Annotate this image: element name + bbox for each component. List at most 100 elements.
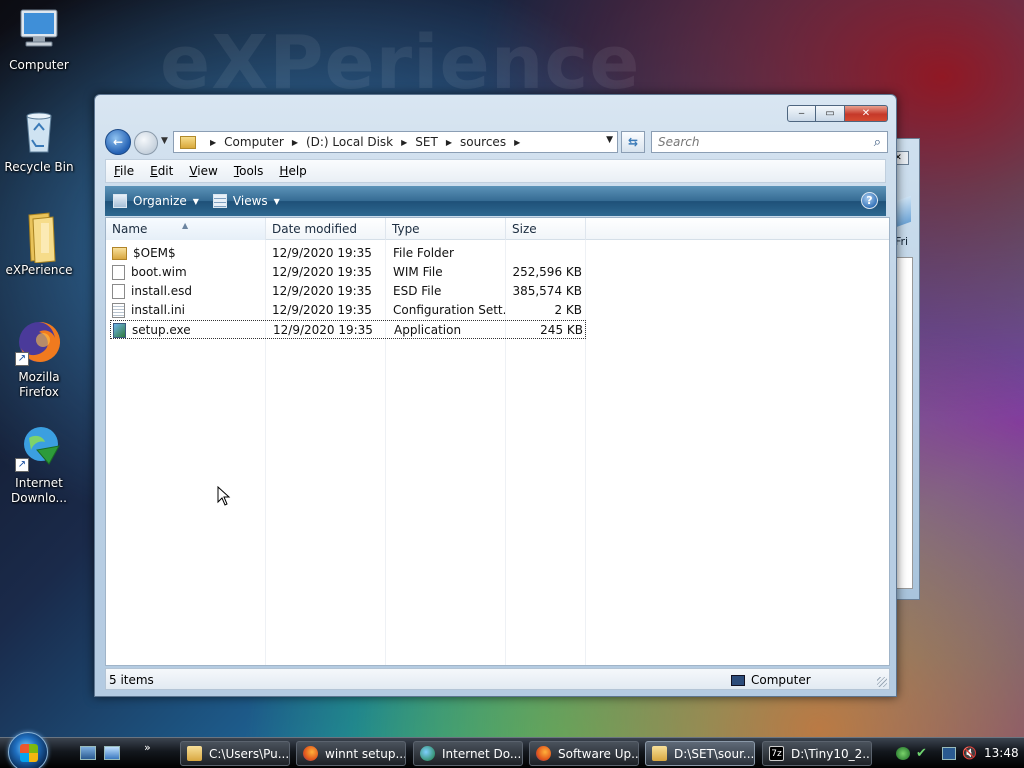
- folder-icon: [112, 247, 127, 260]
- file-name-cell[interactable]: install.esd: [112, 282, 262, 301]
- desktop-icon-experience[interactable]: eXPerience: [1, 211, 77, 278]
- column-header-name[interactable]: Name ▲: [106, 218, 266, 240]
- address-dropdown-icon[interactable]: ▼: [606, 135, 613, 145]
- minimize-button[interactable]: ‒: [787, 105, 816, 122]
- breadcrumb-separator[interactable]: ▶: [292, 138, 298, 147]
- file-type-cell: ESD File: [393, 284, 442, 298]
- recycle-bin-icon: [15, 108, 63, 156]
- clock[interactable]: 13:48: [984, 746, 1019, 760]
- breadcrumb-computer[interactable]: Computer: [224, 135, 284, 149]
- desktop-icon-computer[interactable]: Computer: [1, 6, 77, 73]
- file-row[interactable]: install.ini 12/9/2020 19:35 Configuration …: [110, 301, 586, 320]
- file-date-cell: 12/9/2020 19:35: [273, 323, 373, 337]
- views-button[interactable]: Views ▼: [212, 194, 280, 208]
- taskbar: » C:\Users\Pu... winnt setup... Internet D…: [0, 732, 1024, 768]
- start-button[interactable]: [8, 732, 48, 768]
- menu-label-rest: dit: [157, 164, 174, 178]
- taskbar-button[interactable]: 7z D:\Tiny10_2...: [762, 741, 872, 766]
- back-button[interactable]: ←: [105, 129, 131, 155]
- sort-ascending-icon: ▲: [182, 221, 189, 230]
- file-name-cell[interactable]: install.ini: [112, 301, 262, 320]
- file-row[interactable]: install.esd 12/9/2020 19:35 ESD File 385,57…: [110, 282, 586, 301]
- menu-tools[interactable]: Tools: [234, 164, 264, 178]
- desktop-icon-label: Computer: [9, 58, 69, 72]
- address-bar[interactable]: ▶ Computer ▶ (D:) Local Disk ▶ SET ▶ sou…: [173, 131, 618, 153]
- recent-pages-dropdown[interactable]: ▼: [161, 136, 168, 146]
- menu-edit[interactable]: Edit: [150, 164, 173, 178]
- switch-windows-icon[interactable]: [104, 746, 120, 760]
- help-button[interactable]: ?: [861, 192, 878, 209]
- file-name-cell[interactable]: boot.wim: [112, 263, 262, 282]
- menu-help[interactable]: Help: [279, 164, 306, 178]
- desktop-icon-label: Internet: [15, 476, 63, 490]
- back-arrow-icon: ←: [112, 135, 124, 149]
- breadcrumb-set[interactable]: SET: [415, 135, 438, 149]
- taskbar-button[interactable]: Internet Do...: [413, 741, 523, 766]
- search-input[interactable]: Search ⌕: [651, 131, 888, 153]
- taskbar-button-label: D:\SET\sour...: [674, 746, 755, 761]
- desktop-icon-label: Recycle Bin: [4, 160, 74, 174]
- breadcrumb-separator[interactable]: ▶: [210, 138, 216, 147]
- menu-file[interactable]: File: [114, 164, 134, 178]
- file-date-cell: 12/9/2020 19:35: [272, 246, 372, 260]
- explorer-window[interactable]: ‒ ▭ ✕ ← ▼ ▶ Computer ▶ (D:) Local Disk ▶…: [94, 94, 897, 697]
- taskbar-button[interactable]: D:\SET\sour...: [645, 741, 755, 766]
- breadcrumb-local-disk[interactable]: (D:) Local Disk: [306, 135, 393, 149]
- column-header-type[interactable]: Type: [386, 218, 506, 240]
- breadcrumb-separator[interactable]: ▶: [401, 138, 407, 147]
- computer-icon: [15, 6, 63, 54]
- breadcrumb-separator[interactable]: ▶: [514, 138, 520, 147]
- firefox-icon: ↗: [15, 318, 63, 366]
- menu-bar: File Edit View Tools Help: [105, 159, 886, 183]
- taskbar-button-label: Internet Do...: [442, 746, 522, 761]
- menu-view[interactable]: View: [189, 164, 217, 178]
- organize-button[interactable]: Organize ▼: [113, 194, 199, 208]
- search-icon[interactable]: ⌕: [874, 135, 881, 150]
- quick-launch-more-button[interactable]: »: [144, 741, 151, 754]
- file-name-cell[interactable]: setup.exe: [113, 321, 263, 340]
- folder-icon: [187, 746, 202, 761]
- column-headers: Name ▲ Date modified Type Size: [106, 218, 889, 240]
- file-name-cell[interactable]: $OEM$: [112, 244, 262, 263]
- folder-icon: [15, 211, 63, 264]
- idm-tray-icon[interactable]: [896, 747, 910, 760]
- views-icon: [212, 194, 227, 208]
- desktop-icon-internet-download-manager[interactable]: ↗ Internet Downlo...: [1, 424, 77, 506]
- computer-icon: [731, 674, 745, 686]
- file-row[interactable]: $OEM$ 12/9/2020 19:35 File Folder: [110, 244, 586, 263]
- desktop-icon-label: Mozilla: [18, 370, 60, 384]
- address-toolbar: ← ▼ ▶ Computer ▶ (D:) Local Disk ▶ SET ▶…: [105, 128, 888, 156]
- desktop-icon-firefox[interactable]: ↗ Mozilla Firefox: [1, 318, 77, 400]
- checkmark-tray-icon[interactable]: ✔: [916, 747, 930, 760]
- column-header-date-modified[interactable]: Date modified: [266, 218, 386, 240]
- volume-muted-icon[interactable]: 🔇: [962, 747, 977, 760]
- file-row[interactable]: boot.wim 12/9/2020 19:35 WIM File 252,596 K…: [110, 263, 586, 282]
- breadcrumb-separator[interactable]: ▶: [446, 138, 452, 147]
- file-icon: [112, 265, 125, 280]
- mouse-cursor-icon: [217, 485, 231, 509]
- file-type-cell: Configuration Sett...: [393, 303, 505, 317]
- internet-download-manager-icon: ↗: [15, 424, 63, 472]
- file-row[interactable]: setup.exe 12/9/2020 19:35 Application 245 K…: [110, 320, 586, 339]
- show-desktop-icon[interactable]: [80, 746, 96, 760]
- network-icon[interactable]: [942, 747, 956, 760]
- taskbar-button-label: winnt setup...: [325, 746, 406, 761]
- menu-label-rest: elp: [288, 164, 307, 178]
- menu-accelerator: E: [150, 164, 158, 178]
- taskbar-button[interactable]: Software Up...: [529, 741, 639, 766]
- resize-grip[interactable]: [877, 677, 887, 687]
- taskbar-button-label: C:\Users\Pu...: [209, 746, 290, 761]
- desktop-icon-recycle-bin[interactable]: Recycle Bin: [1, 108, 77, 175]
- close-button[interactable]: ✕: [845, 105, 888, 122]
- file-type-cell: Application: [394, 323, 462, 337]
- taskbar-button[interactable]: C:\Users\Pu...: [180, 741, 290, 766]
- refresh-button[interactable]: ⇆: [621, 131, 645, 153]
- file-type-cell: WIM File: [393, 265, 443, 279]
- maximize-button[interactable]: ▭: [816, 105, 845, 122]
- config-file-icon: [112, 303, 125, 318]
- taskbar-button[interactable]: winnt setup...: [296, 741, 406, 766]
- forward-button[interactable]: [134, 131, 158, 155]
- column-header-size[interactable]: Size: [506, 218, 586, 240]
- file-list[interactable]: Name ▲ Date modified Type Size $OEM$ 12/9…: [105, 217, 890, 666]
- breadcrumb-sources[interactable]: sources: [460, 135, 506, 149]
